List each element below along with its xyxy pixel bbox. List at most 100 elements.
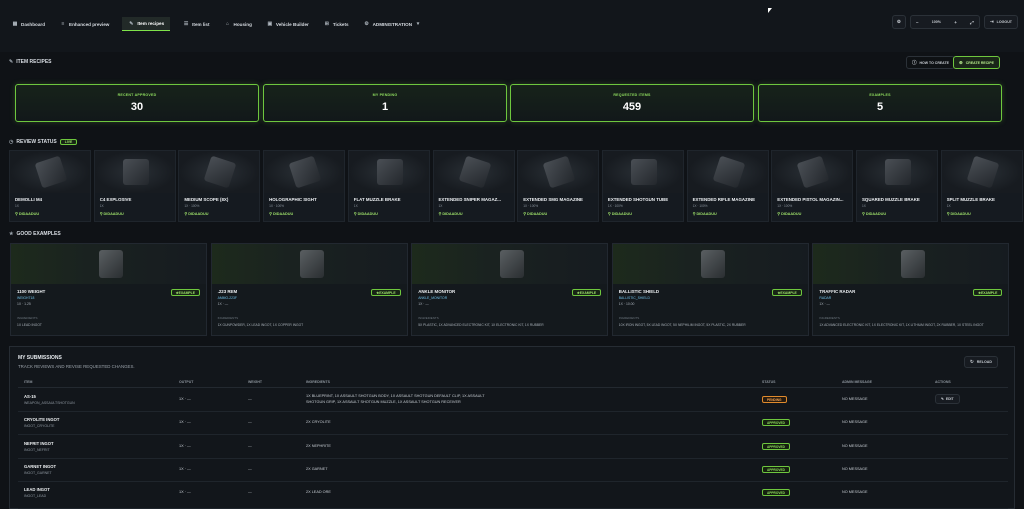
review-card[interactable]: DEMOLLI M4 1X ⚲ DIDAADUU [9, 150, 91, 222]
logout-button[interactable]: ⇥ LOGOUT [983, 15, 1018, 29]
review-card[interactable]: EXTENDED SNIPER MAGAZ... 1X ⚲ DIDAADUU [432, 150, 515, 222]
row-admin-message: NO MESSAGE [842, 444, 868, 448]
row-output: 1X · — [179, 490, 191, 494]
nav-item-recipes[interactable]: ✎ Item recipes [122, 17, 171, 31]
stat-examples: EXAMPLES 5 [758, 84, 1002, 122]
col-status[interactable]: STATUS [762, 380, 775, 384]
zoom-level: 100% [931, 20, 941, 24]
expand-icon[interactable]: ⤢ [970, 20, 974, 25]
item-silhouette [700, 250, 725, 278]
edit-label: EDIT [945, 397, 954, 401]
review-card[interactable]: SPLIT MUZZLE BRAKE 1X ⚲ DIDAADUU [940, 150, 1023, 222]
mouse-cursor [768, 8, 772, 13]
example-card[interactable]: .223 REM AMMO-223F 1X · — ★ EXAMPLE INGREDIE… [210, 243, 408, 336]
row-item-id: WEAPON_ASSAULTSHOTGUN [24, 401, 75, 405]
row-ingredients: 1X BLUEPRINT, 1X ASSAULT SHOTGUN BODY, 1… [306, 394, 485, 398]
review-card-name: EXTENDED PISTOL MAGAZIN... [777, 197, 844, 202]
example-card[interactable]: ANKLE MONITOR ANKLE_MONITOR 1X · — ★ EXAMPL… [411, 243, 609, 336]
row-item-name: AS-15 [24, 394, 36, 399]
example-badge: ★ EXAMPLE [371, 289, 401, 296]
example-card[interactable]: TRAFFIC RADAR RADAR 1X · — ★ EXAMPLE INGREDI… [812, 243, 1010, 336]
row-admin-message: NO MESSAGE [842, 467, 868, 471]
reload-button[interactable]: ↻ RELOAD [964, 356, 998, 368]
review-card[interactable]: C4 EXPLOSIVE 1X ⚲ DIDAADUU [93, 150, 176, 222]
review-card[interactable]: EXTENDED RIFLE MAGAZINE 1X · 100% ⚲ DIDAAD… [686, 150, 769, 222]
nav-label: Enhanced preview [69, 21, 110, 27]
create-recipe-button[interactable]: ⊕ CREATE RECIPE [953, 56, 1000, 69]
status-label: APPROVED [767, 444, 785, 449]
review-card-user: ⚲ DIDAADUU [947, 211, 971, 216]
review-card-user: ⚲ DIDAADUU [777, 211, 801, 216]
status-badge: APPROVED [762, 419, 790, 426]
example-card[interactable]: BALLISTIC SHIELD BALLISTIC_SHIELD 1X · 10.… [611, 243, 809, 336]
review-card-username: DIDAADUU [103, 212, 124, 216]
nav-tickets[interactable]: ⊞ Tickets [322, 17, 351, 31]
stat-value: 5 [876, 101, 884, 113]
settings-button[interactable]: ⚙ [891, 15, 906, 29]
example-ingredients: 5X PLASTIC, 1X ADVANCED ELECTRONIC KIT, … [418, 323, 544, 327]
example-qty: 1X · 10.00 [618, 302, 635, 306]
reload-label: RELOAD [976, 360, 992, 364]
review-card-username: DIDAADUU [527, 212, 548, 216]
review-card[interactable]: SQUARED MUZZLE BRAKE 1X ⚲ DIDAADUU [856, 150, 938, 222]
header-controls: ⚙ − 100% + ⤢ ⇥ LOGOUT [891, 15, 1018, 29]
zoom-control: − 100% + ⤢ [909, 15, 980, 29]
nav-label: Item list [192, 21, 210, 27]
review-card[interactable]: MEDIUM SCOPE (8X) 1X · 100% ⚲ DIDAADUU [178, 150, 261, 222]
stat-my-pending: MY PENDING 1 [263, 84, 507, 122]
example-badge: ★ EXAMPLE [170, 289, 200, 296]
row-ingredients: 2X NEPHRITE [306, 444, 331, 448]
review-card[interactable]: EXTENDED PISTOL MAGAZIN... 1X · 100% ⚲ DID… [771, 150, 854, 222]
item-silhouette [500, 250, 525, 278]
review-card[interactable]: HOLOGRAPHIC SIGHT 1X · 100% ⚲ DIDAADUU [263, 150, 346, 222]
gear-icon: ⚙ [364, 21, 369, 27]
nav-administration[interactable]: ⚙ ADMINISTRATION ▾ [362, 17, 423, 31]
col-item[interactable]: ITEM [24, 380, 32, 384]
review-title-text: REVIEW STATUS [16, 139, 57, 145]
page-title: ✎ ITEM RECIPES [9, 59, 52, 65]
stat-value: 30 [130, 101, 144, 113]
row-output: 1X · — [179, 444, 191, 448]
example-badge: ★ EXAMPLE [571, 289, 602, 296]
item-silhouette [99, 250, 123, 278]
review-card[interactable]: EXTENDED SHOTGUN TUBE 1X · 100% ⚲ DIDAADUU [601, 150, 684, 222]
example-name: BALLISTIC SHIELD [618, 289, 660, 294]
list-icon: ☰ [183, 21, 189, 27]
edit-button[interactable]: ✎ EDIT [935, 394, 960, 404]
review-card-user: ⚲ DIDAADUU [184, 211, 208, 216]
review-card[interactable]: FLAT MUZZLE BRAKE 1X ⚲ DIDAADUU [347, 150, 430, 222]
nav-dashboard[interactable]: ▦ Dashboard [10, 17, 47, 31]
review-card-name: EXTENDED SNIPER MAGAZ... [438, 197, 501, 202]
item-silhouette [901, 250, 926, 278]
nav-enhanced-preview[interactable]: ≡ Enhanced preview [58, 17, 111, 31]
item-silhouette [122, 159, 149, 185]
example-qty: 1X · 1.25 [17, 302, 31, 306]
status-label: APPROVED [767, 467, 785, 472]
review-card-sub: 1X [15, 204, 19, 208]
review-card-sub: 1X · 100% [692, 204, 708, 208]
nav-vehicle-builder[interactable]: ▣ Vehicle Builder [265, 17, 311, 31]
table-row[interactable] [18, 482, 1008, 509]
nav-item-list[interactable]: ☰ Item list [181, 17, 211, 31]
live-badge: LIVE [59, 139, 78, 145]
help-icon: ⓘ [912, 59, 917, 65]
stat-label: REQUESTED ITEMS [613, 93, 651, 97]
row-weight: — [248, 397, 252, 401]
zoom-out-button[interactable]: − [916, 20, 919, 25]
nav-housing[interactable]: ⌂ Housing [223, 17, 254, 31]
review-card[interactable]: EXTENDED SMG MAGAZINE 1X · 100% ⚲ DIDAADUU [517, 150, 600, 222]
star-icon: ★ [9, 231, 14, 237]
review-card-name: EXTENDED SMG MAGAZINE [523, 197, 583, 202]
ingredients-label: INGREDIENTS [17, 316, 38, 320]
row-item-id: INGOT_GARNET [24, 471, 52, 475]
stat-label: MY PENDING [372, 93, 398, 97]
zoom-in-button[interactable]: + [954, 20, 957, 25]
nav-label: Item recipes [137, 21, 165, 26]
example-ident: WEIGHT18 [17, 296, 35, 300]
example-name: 1100 WEIGHT [17, 289, 46, 294]
col-output[interactable]: OUTPUT [179, 380, 193, 384]
example-card[interactable]: 1100 WEIGHT WEIGHT18 1X · 1.25 ★ EXAMPLE ING… [10, 243, 207, 336]
review-card-user: ⚲ DIDAADUU [269, 211, 293, 216]
how-to-create-button[interactable]: ⓘ HOW TO CREATE [906, 56, 955, 69]
review-card-user: ⚲ DIDAADUU [608, 211, 632, 216]
